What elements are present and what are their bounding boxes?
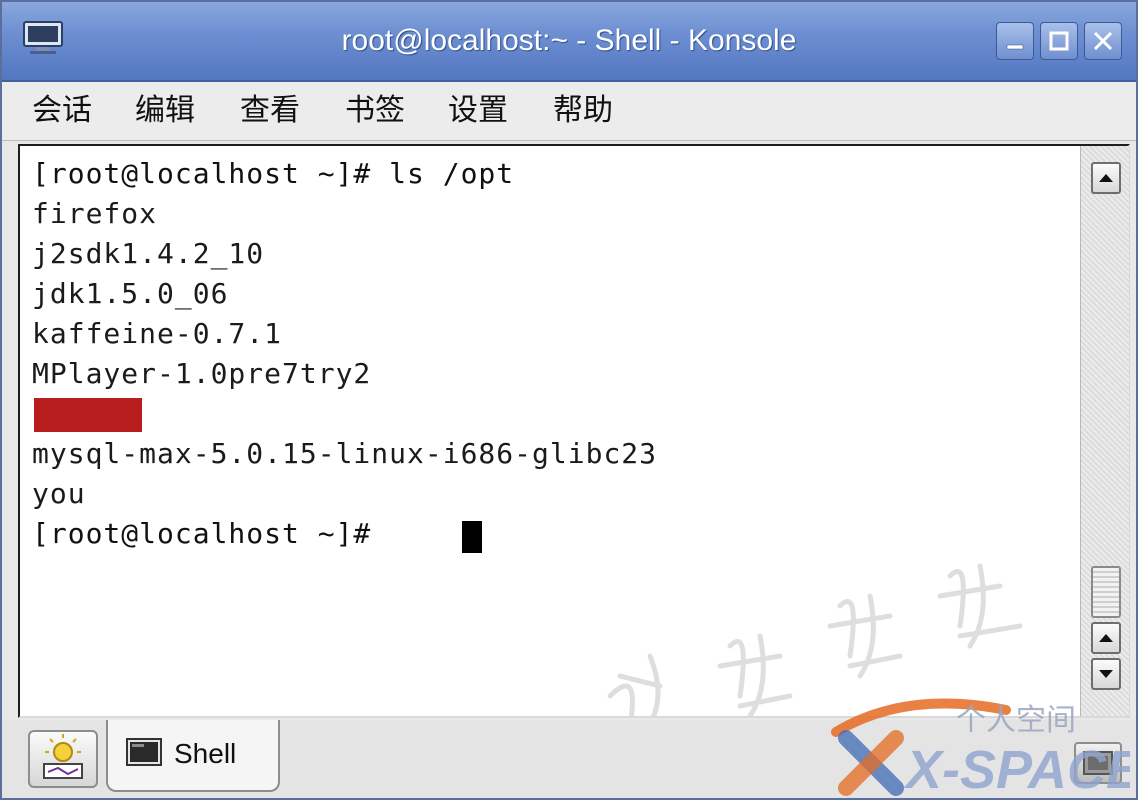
title-bar[interactable]: root@localhost:~ - Shell - Konsole	[2, 2, 1136, 82]
terminal-line: jdk1.5.0_06	[32, 277, 229, 310]
tab-shell-label: Shell	[174, 738, 237, 769]
menu-settings[interactable]: 设置	[448, 82, 508, 140]
konsole-window: root@localhost:~ - Shell - Konsole 会话 编辑…	[0, 0, 1138, 800]
tab-shell[interactable]: Shell	[106, 720, 280, 792]
terminal-line: you	[32, 477, 86, 510]
menu-bar: 会话 编辑 查看 书签 设置 帮助	[2, 82, 1136, 141]
terminal-prompt: [root@localhost ~]#	[32, 517, 390, 550]
terminal-frame: [root@localhost ~]# ls /opt firefox j2sd…	[18, 144, 1130, 718]
window-title: root@localhost:~ - Shell - Konsole	[341, 24, 797, 57]
scroll-up-button-lower[interactable]	[1091, 622, 1121, 654]
new-session-button[interactable]	[28, 730, 98, 788]
terminal-line: [root@localhost ~]# ls /opt	[32, 157, 515, 190]
terminal-line: j2sdk1.4.2_10	[32, 237, 265, 270]
arrow-up-icon	[1099, 634, 1113, 642]
logo-text-cn: 个人空间	[956, 703, 1076, 738]
terminal-line: MPlayer-1.0pre7try2	[32, 357, 372, 390]
vertical-scrollbar[interactable]	[1080, 146, 1129, 716]
terminal-line: firefox	[32, 197, 158, 230]
terminal-output[interactable]: [root@localhost ~]# ls /opt firefox j2sd…	[20, 146, 1080, 716]
close-icon	[1093, 31, 1113, 51]
redacted-entry	[34, 398, 142, 432]
minimize-icon	[1006, 44, 1024, 50]
new-session-icon	[43, 734, 83, 779]
scroll-up-button[interactable]	[1091, 162, 1121, 194]
menu-help[interactable]: 帮助	[553, 82, 613, 140]
logo-text-en: X-SPACE	[903, 740, 1130, 798]
arrow-up-icon	[1099, 174, 1113, 182]
close-button[interactable]	[1084, 22, 1122, 60]
maximize-icon	[1049, 31, 1069, 51]
menu-edit[interactable]: 编辑	[135, 82, 195, 140]
minimize-button[interactable]	[996, 22, 1034, 60]
maximize-button[interactable]	[1040, 22, 1078, 60]
xspace-logo: 个人空间 X-SPACE	[831, 698, 1130, 798]
menu-session[interactable]: 会话	[32, 82, 92, 140]
menu-bookmarks[interactable]: 书签	[345, 82, 405, 140]
text-cursor	[462, 521, 482, 553]
menu-view[interactable]: 查看	[240, 82, 300, 140]
terminal-icon	[126, 738, 162, 766]
terminal-line: mysql-max-5.0.15-linux-i686-glibc23	[32, 437, 658, 470]
scrollbar-thumb[interactable]	[1091, 566, 1121, 618]
terminal-line: kaffeine-0.7.1	[32, 317, 283, 350]
